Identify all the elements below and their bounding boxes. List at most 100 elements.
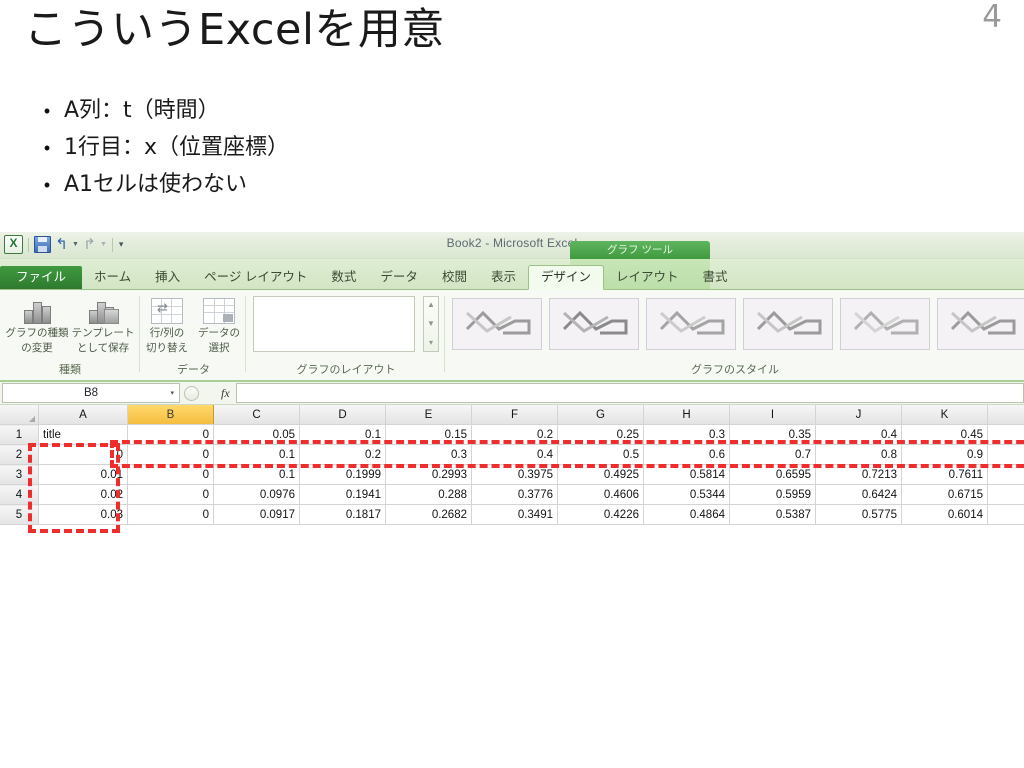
cell-j5[interactable]: 0.5775: [815, 504, 902, 525]
cell-j1[interactable]: 0.4: [815, 424, 902, 445]
cell-c5[interactable]: 0.0917: [213, 504, 300, 525]
column-header-c[interactable]: C: [213, 405, 300, 425]
cell-i1[interactable]: 0.35: [729, 424, 816, 445]
cell-j4[interactable]: 0.6424: [815, 484, 902, 505]
cell-l4[interactable]: 0.6813: [987, 484, 1024, 505]
cell-f4[interactable]: 0.3776: [471, 484, 558, 505]
cell-g3[interactable]: 0.4925: [557, 464, 644, 485]
chevron-down-icon[interactable]: ▾: [170, 389, 174, 397]
tab-home[interactable]: ホーム: [82, 266, 143, 289]
cell-i2[interactable]: 0.7: [729, 444, 816, 465]
column-header-b[interactable]: B: [127, 405, 214, 425]
chart-layouts-gallery[interactable]: [253, 296, 415, 352]
chart-style-thumbnail[interactable]: [549, 298, 639, 350]
cell-c3[interactable]: 0.1: [213, 464, 300, 485]
cell-d1[interactable]: 0.1: [299, 424, 386, 445]
tab-review[interactable]: 校閲: [430, 266, 479, 289]
cell-a2[interactable]: 0: [38, 444, 128, 465]
cell-k3[interactable]: 0.7611: [901, 464, 988, 485]
cell-k4[interactable]: 0.6715: [901, 484, 988, 505]
cell-k5[interactable]: 0.6014: [901, 504, 988, 525]
chart-style-thumbnail[interactable]: [937, 298, 1024, 350]
cell-h6[interactable]: [643, 524, 730, 525]
column-header-g[interactable]: G: [557, 405, 644, 425]
tab-layout[interactable]: レイアウト: [604, 266, 691, 289]
cell-c2[interactable]: 0.1: [213, 444, 300, 465]
cell-f6[interactable]: [471, 524, 558, 525]
cell-e6[interactable]: [385, 524, 472, 525]
cell-h4[interactable]: 0.5344: [643, 484, 730, 505]
cell-j2[interactable]: 0.8: [815, 444, 902, 465]
tab-format[interactable]: 書式: [691, 266, 740, 289]
cell-l5[interactable]: 0.6095: [987, 504, 1024, 525]
column-header-e[interactable]: E: [385, 405, 472, 425]
column-header-d[interactable]: D: [299, 405, 386, 425]
chart-style-thumbnail[interactable]: [840, 298, 930, 350]
cell-i4[interactable]: 0.5959: [729, 484, 816, 505]
cell-k6[interactable]: [901, 524, 988, 525]
row-header-5[interactable]: 5: [0, 504, 39, 525]
row-header-4[interactable]: 4: [0, 484, 39, 505]
change-chart-type-button[interactable]: グラフの種類 の変更: [2, 292, 72, 354]
cell-e2[interactable]: 0.3: [385, 444, 472, 465]
cell-d6[interactable]: [299, 524, 386, 525]
chart-layouts-scroll[interactable]: ▲ ▼ ▾: [423, 296, 439, 352]
cell-f3[interactable]: 0.3975: [471, 464, 558, 485]
column-header-a[interactable]: A: [38, 405, 128, 425]
cell-h1[interactable]: 0.3: [643, 424, 730, 445]
row-header-3[interactable]: 3: [0, 464, 39, 485]
cell-b5[interactable]: 0: [127, 504, 214, 525]
select-data-button[interactable]: データの 選択: [193, 292, 245, 354]
cell-a5[interactable]: 0.03: [38, 504, 128, 525]
scroll-up-icon[interactable]: ▲: [427, 297, 435, 313]
cell-a6[interactable]: [38, 524, 128, 525]
column-header-k[interactable]: K: [901, 405, 988, 425]
tab-page-layout[interactable]: ページ レイアウト: [192, 266, 319, 289]
tab-data[interactable]: データ: [368, 266, 430, 289]
save-as-template-button[interactable]: テンプレート として保存: [68, 292, 138, 354]
cell-a4[interactable]: 0.02: [38, 484, 128, 505]
cell-f2[interactable]: 0.4: [471, 444, 558, 465]
column-header-j[interactable]: J: [815, 405, 902, 425]
tab-file[interactable]: ファイル: [0, 266, 83, 289]
select-all-corner[interactable]: [0, 405, 39, 425]
cell-l6[interactable]: [987, 524, 1024, 525]
cell-j6[interactable]: [815, 524, 902, 525]
cell-f1[interactable]: 0.2: [471, 424, 558, 445]
tab-view[interactable]: 表示: [479, 266, 528, 289]
cell-a3[interactable]: 0.01: [38, 464, 128, 485]
cell-b4[interactable]: 0: [127, 484, 214, 505]
insert-function-icon[interactable]: fx: [221, 386, 230, 401]
worksheet-grid[interactable]: A B C D E F G H I J K L M: [0, 405, 1024, 525]
tab-design[interactable]: デザイン: [527, 265, 604, 290]
cell-d2[interactable]: 0.2: [299, 444, 386, 465]
cell-e5[interactable]: 0.2682: [385, 504, 472, 525]
cell-e3[interactable]: 0.2993: [385, 464, 472, 485]
switch-row-column-button[interactable]: ⇄ 行/列の 切り替え: [141, 292, 193, 354]
scroll-down-icon[interactable]: ▼: [427, 316, 435, 332]
row-header-6[interactable]: 6: [0, 524, 39, 525]
cell-g5[interactable]: 0.4226: [557, 504, 644, 525]
cell-i5[interactable]: 0.5387: [729, 504, 816, 525]
gallery-more-icon[interactable]: ▾: [429, 335, 433, 351]
row-header-1[interactable]: 1: [0, 424, 39, 445]
cell-h2[interactable]: 0.6: [643, 444, 730, 465]
cell-f5[interactable]: 0.3491: [471, 504, 558, 525]
chart-style-thumbnail[interactable]: [743, 298, 833, 350]
cell-d3[interactable]: 0.1999: [299, 464, 386, 485]
tab-insert[interactable]: 挿入: [143, 266, 192, 289]
name-box[interactable]: B8 ▾: [2, 383, 180, 403]
row-header-2[interactable]: 2: [0, 444, 39, 465]
cell-k1[interactable]: 0.45: [901, 424, 988, 445]
cell-j3[interactable]: 0.7213: [815, 464, 902, 485]
column-header-i[interactable]: I: [729, 405, 816, 425]
cell-e4[interactable]: 0.288: [385, 484, 472, 505]
chart-style-thumbnail[interactable]: [452, 298, 542, 350]
cell-b1[interactable]: 0: [127, 424, 214, 445]
cell-g6[interactable]: [557, 524, 644, 525]
cell-d4[interactable]: 0.1941: [299, 484, 386, 505]
cancel-icon[interactable]: [184, 385, 199, 401]
chart-style-thumbnail[interactable]: [646, 298, 736, 350]
cell-c1[interactable]: 0.05: [213, 424, 300, 445]
cell-g1[interactable]: 0.25: [557, 424, 644, 445]
